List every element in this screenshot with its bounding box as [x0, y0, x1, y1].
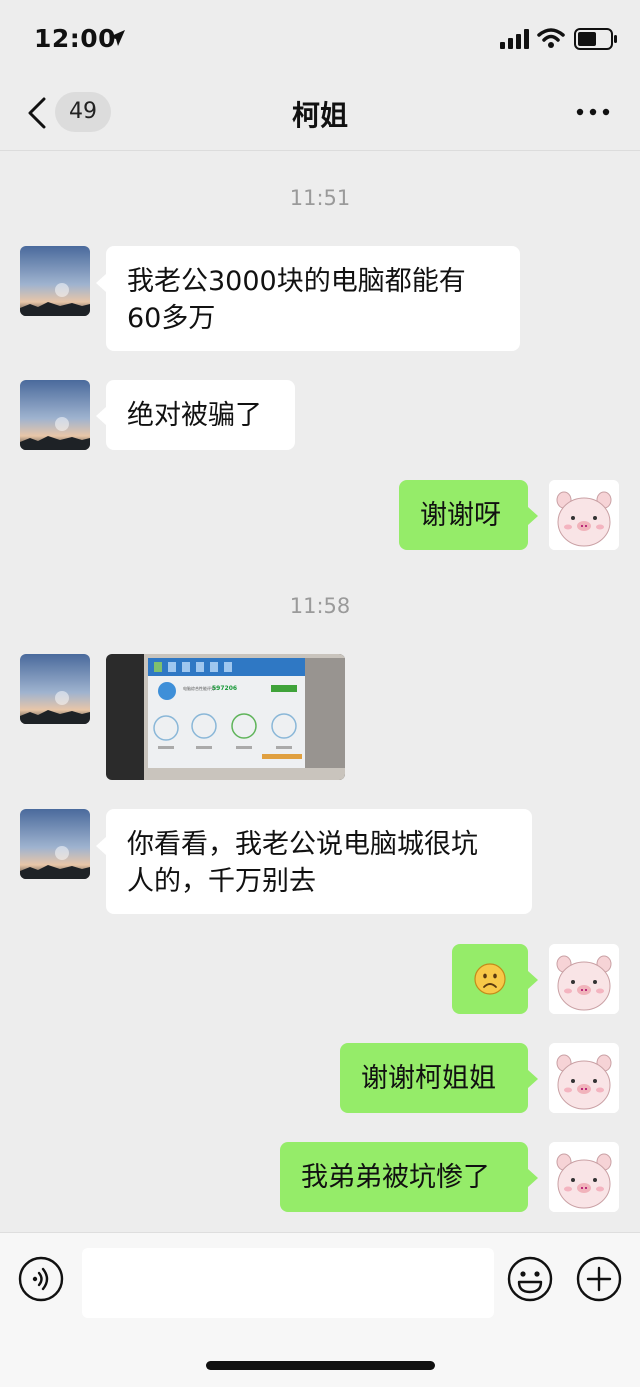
message-text: 谢谢柯姐姐 — [361, 1063, 496, 1094]
chat-title: 柯姐 — [291, 99, 348, 132]
message-timestamp: 11:51 — [289, 186, 351, 210]
message-text: 绝对被骗了 — [127, 400, 262, 431]
contact-avatar[interactable] — [20, 654, 90, 724]
bubble-tail — [96, 407, 106, 425]
cellular-signal-icon — [500, 29, 529, 49]
incoming-message-bubble[interactable]: 我老公3000块的电脑都能有 60多万 — [106, 246, 520, 351]
outgoing-emoji-bubble[interactable] — [452, 944, 528, 1014]
status-time: 12:00 — [34, 24, 117, 53]
my-avatar[interactable] — [549, 1142, 619, 1212]
bubble-tail — [528, 1070, 538, 1088]
bubble-tail — [528, 1169, 538, 1187]
location-arrow-icon — [109, 30, 125, 46]
bubble-tail — [96, 274, 106, 292]
embedded-score: 597206 — [212, 685, 237, 692]
incoming-message-bubble[interactable]: 绝对被骗了 — [106, 380, 295, 450]
my-avatar[interactable] — [549, 480, 619, 550]
message-text-line: 60多万 — [127, 303, 216, 334]
frowning-face-icon — [474, 963, 506, 995]
status-bar: 12:00 — [0, 0, 640, 78]
outgoing-message-bubble[interactable]: 谢谢呀 — [399, 480, 528, 550]
my-avatar[interactable] — [549, 1043, 619, 1113]
my-avatar[interactable] — [549, 944, 619, 1014]
bubble-tail — [528, 507, 538, 525]
message-timestamp: 11:58 — [289, 594, 351, 618]
bubble-tail — [96, 837, 106, 855]
battery-icon — [574, 28, 617, 50]
message-input[interactable] — [82, 1248, 494, 1318]
back-chevron-icon[interactable] — [26, 96, 48, 130]
wifi-icon — [537, 28, 565, 48]
outgoing-message-bubble[interactable]: 谢谢柯姐姐 — [340, 1043, 528, 1113]
voice-input-icon[interactable] — [18, 1256, 64, 1302]
image-message-thumbnail[interactable]: 电脑综合性能评分： 597206 — [106, 654, 345, 780]
plus-icon[interactable] — [576, 1256, 622, 1302]
unread-count-badge[interactable]: 49 — [55, 92, 111, 132]
contact-avatar[interactable] — [20, 809, 90, 879]
message-text: 我弟弟被坑惨了 — [301, 1162, 490, 1193]
bubble-tail — [528, 971, 538, 989]
home-indicator[interactable] — [206, 1361, 435, 1370]
more-options-icon[interactable] — [576, 108, 610, 116]
contact-avatar[interactable] — [20, 246, 90, 316]
incoming-message-bubble[interactable]: 你看看，我老公说电脑城很坑 人的，千万别去 — [106, 809, 532, 914]
message-text-line: 你看看，我老公说电脑城很坑 — [127, 829, 478, 860]
contact-avatar[interactable] — [20, 380, 90, 450]
message-text-line: 人的，千万别去 — [127, 866, 316, 897]
outgoing-message-bubble[interactable]: 我弟弟被坑惨了 — [280, 1142, 528, 1212]
message-text-line: 我老公3000块的电脑都能有 — [127, 266, 466, 297]
emoji-icon[interactable] — [507, 1256, 553, 1302]
message-text: 谢谢呀 — [420, 500, 501, 531]
